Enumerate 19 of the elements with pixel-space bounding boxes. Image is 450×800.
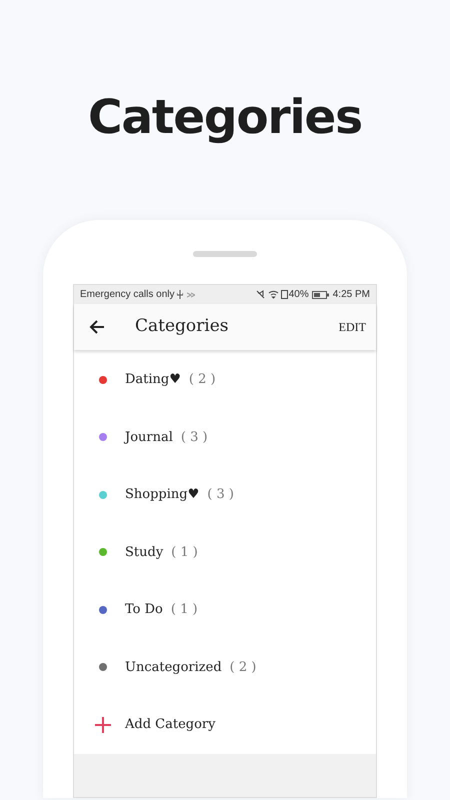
- category-count: ( 3 ): [180, 428, 208, 446]
- add-category-button[interactable]: Add Category: [125, 715, 216, 734]
- category-count: ( 3 ): [207, 486, 234, 504]
- headline: Categories: [88, 89, 362, 147]
- category-name[interactable]: Study: [125, 542, 164, 562]
- battery-text: 40%: [288, 288, 309, 302]
- category-count: ( 2 ): [188, 371, 216, 389]
- clock-text: 4:25 PM: [332, 288, 370, 302]
- edit-button[interactable]: EDIT: [338, 318, 366, 336]
- category-name[interactable]: Shopping♥: [125, 485, 200, 504]
- carrier-text: Emergency calls only: [80, 288, 174, 302]
- category-name[interactable]: Journal: [125, 428, 173, 447]
- category-count: ( 1 ): [171, 544, 198, 562]
- category-name[interactable]: Uncategorized: [125, 658, 222, 677]
- category-name[interactable]: To Do: [125, 600, 163, 620]
- category-count: ( 1 ): [170, 601, 198, 619]
- category-count: ( 2 ): [230, 658, 256, 676]
- category-name[interactable]: Dating♥: [125, 370, 181, 390]
- screen-title: Categories: [135, 315, 228, 338]
